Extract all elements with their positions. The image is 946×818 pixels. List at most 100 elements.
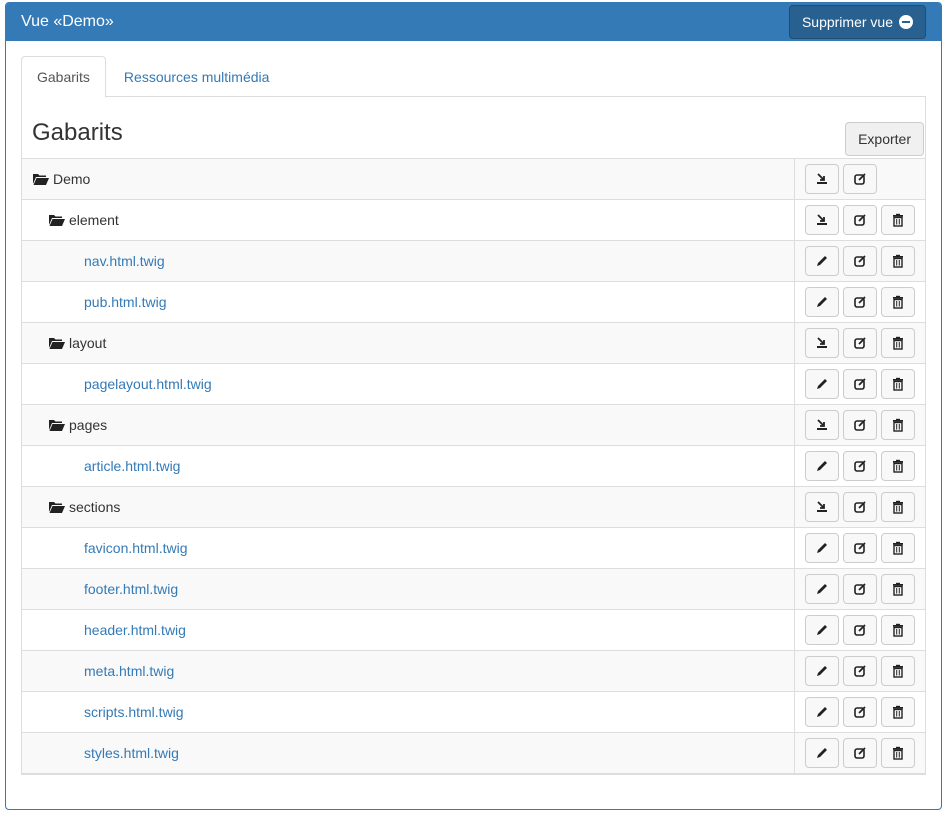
trash-icon: [891, 336, 905, 350]
row-name-cell: element: [22, 200, 795, 240]
section-header: Gabarits Exporter: [22, 97, 925, 158]
file-link[interactable]: pagelayout.html.twig: [84, 376, 212, 392]
file-link[interactable]: favicon.html.twig: [84, 540, 187, 556]
trash-icon: [891, 500, 905, 514]
folder-open-icon: [32, 172, 50, 186]
file-link[interactable]: pub.html.twig: [84, 294, 166, 310]
trash-button[interactable]: [881, 369, 915, 399]
edit-button[interactable]: [843, 369, 877, 399]
trash-button[interactable]: [881, 410, 915, 440]
trash-icon: [891, 705, 905, 719]
file-link[interactable]: styles.html.twig: [84, 745, 179, 761]
trash-button[interactable]: [881, 533, 915, 563]
edit-button[interactable]: [843, 287, 877, 317]
row-name-cell: header.html.twig: [22, 610, 795, 650]
upload-button[interactable]: [805, 410, 839, 440]
trash-button[interactable]: [881, 738, 915, 768]
edit-button[interactable]: [843, 492, 877, 522]
file-link[interactable]: nav.html.twig: [84, 253, 165, 269]
pencil-button[interactable]: [805, 533, 839, 563]
edit-button[interactable]: [843, 205, 877, 235]
trash-button[interactable]: [881, 246, 915, 276]
pencil-button[interactable]: [805, 287, 839, 317]
export-button[interactable]: Exporter: [845, 122, 924, 156]
file-link[interactable]: footer.html.twig: [84, 581, 178, 597]
row-actions: [795, 446, 925, 486]
upload-button[interactable]: [805, 328, 839, 358]
tab-multimedia[interactable]: Ressources multimédia: [108, 56, 286, 98]
trash-button[interactable]: [881, 205, 915, 235]
folder-name: Demo: [53, 171, 91, 187]
pencil-icon: [815, 582, 829, 596]
trash-button[interactable]: [881, 697, 915, 727]
upload-button[interactable]: [805, 492, 839, 522]
folder-row: pages: [22, 405, 925, 446]
folder-open-icon: [48, 418, 66, 432]
pencil-button[interactable]: [805, 451, 839, 481]
section-title: Gabarits: [32, 119, 123, 146]
edit-button[interactable]: [843, 656, 877, 686]
folder-open-icon: [48, 500, 66, 514]
file-link[interactable]: scripts.html.twig: [84, 704, 184, 720]
row-actions: [795, 569, 925, 609]
edit-button[interactable]: [843, 246, 877, 276]
row-actions: [795, 364, 925, 404]
edit-button[interactable]: [843, 451, 877, 481]
edit-button[interactable]: [843, 697, 877, 727]
pencil-button[interactable]: [805, 246, 839, 276]
edit-icon: [853, 213, 867, 227]
edit-button[interactable]: [843, 533, 877, 563]
trash-button[interactable]: [881, 656, 915, 686]
edit-button[interactable]: [843, 615, 877, 645]
trash-button[interactable]: [881, 492, 915, 522]
trash-icon: [891, 254, 905, 268]
pencil-button[interactable]: [805, 738, 839, 768]
trash-button[interactable]: [881, 328, 915, 358]
pencil-button[interactable]: [805, 574, 839, 604]
folder-row: Demo: [22, 159, 925, 200]
folder-row: layout: [22, 323, 925, 364]
edit-button[interactable]: [843, 410, 877, 440]
upload-button[interactable]: [805, 205, 839, 235]
file-link[interactable]: header.html.twig: [84, 622, 186, 638]
edit-icon: [853, 459, 867, 473]
edit-icon: [853, 582, 867, 596]
file-row: article.html.twig: [22, 446, 925, 487]
upload-icon: [815, 500, 829, 514]
trash-button[interactable]: [881, 574, 915, 604]
edit-icon: [853, 500, 867, 514]
trash-icon: [891, 377, 905, 391]
edit-button[interactable]: [843, 328, 877, 358]
folder-open-icon: [48, 213, 66, 227]
file-row: styles.html.twig: [22, 733, 925, 774]
minus-circle-icon: [899, 15, 913, 29]
upload-button[interactable]: [805, 164, 839, 194]
row-name-cell: article.html.twig: [22, 446, 795, 486]
file-link[interactable]: article.html.twig: [84, 458, 180, 474]
pencil-button[interactable]: [805, 697, 839, 727]
tab-gabarits[interactable]: Gabarits: [21, 56, 106, 98]
delete-view-button[interactable]: Supprimer vue: [788, 5, 926, 39]
file-link[interactable]: meta.html.twig: [84, 663, 174, 679]
edit-icon: [853, 664, 867, 678]
pencil-button[interactable]: [805, 369, 839, 399]
trash-icon: [891, 418, 905, 432]
edit-button[interactable]: [843, 574, 877, 604]
folder-open-icon: [48, 336, 66, 350]
trash-button[interactable]: [881, 287, 915, 317]
row-actions: [795, 651, 925, 691]
pencil-button[interactable]: [805, 615, 839, 645]
row-name-cell: favicon.html.twig: [22, 528, 795, 568]
edit-button[interactable]: [843, 738, 877, 768]
file-row: header.html.twig: [22, 610, 925, 651]
edit-icon: [853, 705, 867, 719]
edit-icon: [853, 336, 867, 350]
pencil-icon: [815, 459, 829, 473]
file-row: meta.html.twig: [22, 651, 925, 692]
folder-row: sections: [22, 487, 925, 528]
row-name-cell: Demo: [22, 159, 795, 199]
pencil-button[interactable]: [805, 656, 839, 686]
edit-button[interactable]: [843, 164, 877, 194]
trash-button[interactable]: [881, 615, 915, 645]
trash-button[interactable]: [881, 451, 915, 481]
